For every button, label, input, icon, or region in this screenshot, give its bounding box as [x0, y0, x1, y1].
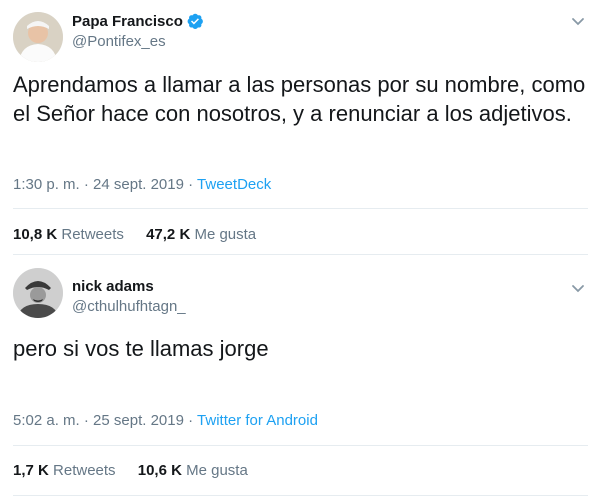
tweet-time[interactable]: 5:02 a. m.: [13, 412, 80, 429]
meta-separator: ·: [188, 412, 194, 429]
author-name[interactable]: nick adams: [72, 278, 154, 295]
author-handle[interactable]: @Pontifex_es: [72, 33, 166, 50]
likes-stat[interactable]: 47,2 K Me gusta: [146, 226, 256, 243]
meta-separator: ·: [188, 176, 194, 193]
divider: [13, 445, 588, 446]
retweets-count: 10,8 K: [13, 226, 58, 243]
tweet-time[interactable]: 1:30 p. m.: [13, 176, 80, 193]
tweet-date[interactable]: 25 sept. 2019: [93, 412, 184, 429]
tweet-source-link[interactable]: Twitter for Android: [197, 412, 318, 429]
retweets-count: 1,7 K: [13, 462, 49, 479]
retweets-stat[interactable]: 1,7 K Retweets: [13, 462, 116, 479]
likes-count: 47,2 K: [146, 226, 191, 243]
likes-count: 10,6 K: [137, 462, 182, 479]
tweet-date[interactable]: 24 sept. 2019: [93, 176, 184, 193]
tweet-stats: 10,8 K Retweets 47,2 K Me gusta: [13, 226, 256, 243]
divider: [13, 495, 588, 496]
retweets-stat[interactable]: 10,8 K Retweets: [13, 226, 124, 243]
avatar-papa-francisco[interactable]: [13, 12, 63, 62]
retweets-label: Retweets: [53, 462, 116, 479]
likes-label: Me gusta: [186, 462, 248, 479]
meta-separator: ·: [83, 412, 89, 429]
avatar-nick-adams[interactable]: [13, 268, 63, 318]
tweet-meta: 5:02 a. m. · 25 sept. 2019 · Twitter for…: [13, 412, 318, 429]
author-name-text[interactable]: Papa Francisco: [72, 13, 183, 30]
likes-stat[interactable]: 10,6 K Me gusta: [138, 462, 248, 479]
tweet-meta: 1:30 p. m. · 24 sept. 2019 · TweetDeck: [13, 176, 271, 193]
divider: [13, 208, 588, 209]
author-handle[interactable]: @cthulhufhtagn_: [72, 298, 186, 315]
likes-label: Me gusta: [194, 226, 257, 243]
retweets-label: Retweets: [61, 226, 124, 243]
meta-separator: ·: [83, 176, 89, 193]
chevron-down-icon[interactable]: [571, 281, 585, 299]
tweet-text: pero si vos te llamas jorge: [13, 336, 269, 361]
tweet-text: Aprendamos a llamar a las personas por s…: [13, 72, 586, 126]
tweet-pontifex: Papa Francisco @Pontifex_es Aprendamos a…: [0, 0, 600, 255]
tweet-reply: nick adams @cthulhufhtagn_ pero si vos t…: [0, 255, 600, 503]
chevron-down-icon[interactable]: [571, 14, 585, 32]
author-name[interactable]: Papa Francisco: [72, 12, 204, 34]
tweet-stats: 1,7 K Retweets 10,6 K Me gusta: [13, 462, 248, 479]
verified-badge-icon: [186, 12, 204, 34]
tweet-source-link[interactable]: TweetDeck: [197, 176, 271, 193]
